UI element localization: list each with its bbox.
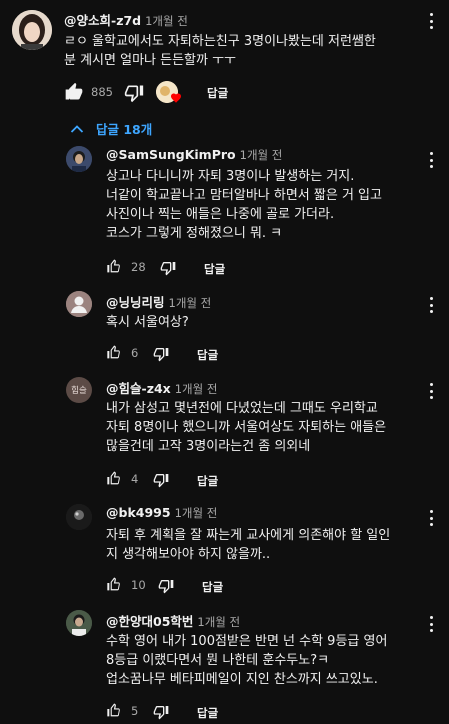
- like-button[interactable]: 5: [106, 703, 138, 719]
- default-avatar-icon: [66, 291, 92, 317]
- reply-author[interactable]: @bk4995 1개월 전: [106, 505, 217, 521]
- thumbs-up-icon: [107, 345, 120, 359]
- more-actions-icon[interactable]: [424, 382, 438, 400]
- reply-button[interactable]: 답글: [197, 473, 218, 489]
- thumbs-down-icon: [158, 580, 174, 594]
- profile-photo: [12, 10, 52, 50]
- profile-photo: [66, 610, 92, 636]
- thumbs-up-icon: [107, 577, 120, 591]
- dislike-button[interactable]: [124, 83, 144, 103]
- comment-text: ㄹㅇ 울학교에서도 자퇴하는친구 3명이나봤는데 저런쌤한 분 계시면 얼마나 …: [64, 34, 376, 68]
- author-handle[interactable]: @SamSungKimPro: [106, 147, 236, 162]
- like-button[interactable]: 28: [106, 259, 146, 275]
- more-actions-icon[interactable]: [424, 509, 438, 527]
- author-handle[interactable]: @양소희-z7d: [64, 13, 141, 28]
- replies-toggle[interactable]: 답글 18개: [70, 119, 152, 138]
- like-count: 885: [91, 85, 113, 99]
- dislike-button[interactable]: [160, 260, 176, 276]
- thumbs-up-filled-icon: [65, 82, 83, 100]
- reply-avatar[interactable]: [66, 610, 92, 636]
- reply-avatar[interactable]: [66, 504, 92, 530]
- more-actions-icon[interactable]: [424, 151, 438, 169]
- thumbs-down-icon: [153, 474, 169, 488]
- reply-text: 혹시 서울여상?: [106, 315, 189, 330]
- like-count: 6: [131, 346, 139, 360]
- reply-button[interactable]: 답글: [207, 85, 228, 101]
- avatar[interactable]: [12, 10, 52, 50]
- comment-author[interactable]: @양소희-z7d 1개월 전: [64, 10, 188, 29]
- like-count: 5: [131, 704, 139, 718]
- author-handle[interactable]: @닝닝리링: [106, 295, 165, 310]
- heart-icon: [170, 92, 182, 103]
- like-button[interactable]: 4: [106, 471, 138, 487]
- dislike-button[interactable]: [153, 346, 169, 362]
- dislike-button[interactable]: [153, 704, 169, 720]
- author-handle[interactable]: @bk4995: [106, 505, 171, 520]
- author-handle[interactable]: @힘슬-z4x: [106, 381, 171, 396]
- like-count: 4: [131, 472, 139, 486]
- reply-text: 상고나 다니니까 자퇴 3명이나 발생하는 거지. 너같이 학교끝나고 맘터알바…: [106, 169, 382, 241]
- like-button[interactable]: 6: [106, 345, 138, 361]
- like-count: 10: [131, 578, 146, 592]
- profile-photo: [66, 146, 92, 172]
- reply-avatar[interactable]: [66, 291, 92, 317]
- avatar-initials: 힘슬: [71, 386, 87, 396]
- like-button[interactable]: 10: [106, 577, 146, 593]
- reply-avatar[interactable]: 힘슬: [66, 377, 92, 403]
- more-actions-icon[interactable]: [424, 12, 438, 30]
- reply-button[interactable]: 답글: [197, 347, 218, 363]
- author-handle[interactable]: @한양대05학번: [106, 614, 193, 629]
- reply-button[interactable]: 답글: [202, 579, 223, 595]
- reply-text: 내가 삼성고 몇년전에 다녔었는데 그때도 우리학교 자퇴 8명이나 했으니까 …: [106, 401, 387, 454]
- more-actions-icon[interactable]: [424, 615, 438, 633]
- like-button[interactable]: 885: [64, 82, 113, 102]
- thumbs-down-icon: [153, 706, 169, 720]
- thumbs-up-icon: [107, 471, 120, 485]
- reply-text: 수학 영어 내가 100점받은 반면 넌 수학 9등급 영어 8등급 이랬다면서…: [106, 634, 388, 687]
- reply-text: 자퇴 후 계획을 잘 짜는게 교사에게 의존해야 할 일인 지 생각해보아야 하…: [106, 528, 391, 562]
- reply-button[interactable]: 답글: [204, 261, 225, 277]
- dislike-button[interactable]: [158, 578, 174, 594]
- comment-time[interactable]: 1개월 전: [169, 296, 212, 310]
- comment-time[interactable]: 1개월 전: [197, 615, 240, 629]
- comment-time[interactable]: 1개월 전: [175, 382, 218, 396]
- comment-time[interactable]: 1개월 전: [175, 506, 218, 520]
- dislike-button[interactable]: [153, 472, 169, 488]
- reply-author[interactable]: @한양대05학번 1개월 전: [106, 611, 240, 630]
- thumbs-down-icon: [124, 85, 144, 103]
- like-count: 28: [131, 260, 146, 274]
- reply-button[interactable]: 답글: [197, 705, 218, 721]
- reply-author[interactable]: @SamSungKimPro 1개월 전: [106, 147, 282, 163]
- more-actions-icon[interactable]: [424, 296, 438, 314]
- comment-time[interactable]: 1개월 전: [240, 148, 283, 162]
- profile-photo: [66, 504, 92, 530]
- thumbs-down-icon: [153, 348, 169, 362]
- reply-author[interactable]: @힘슬-z4x 1개월 전: [106, 378, 217, 397]
- chevron-up-icon: [70, 124, 84, 133]
- thumbs-up-icon: [107, 259, 120, 273]
- comment-time[interactable]: 1개월 전: [145, 14, 188, 28]
- replies-count-label: 답글 18개: [96, 122, 153, 137]
- thumbs-down-icon: [160, 262, 176, 276]
- reply-author[interactable]: @닝닝리링 1개월 전: [106, 292, 211, 311]
- thumbs-up-icon: [107, 703, 120, 717]
- reply-avatar[interactable]: [66, 146, 92, 172]
